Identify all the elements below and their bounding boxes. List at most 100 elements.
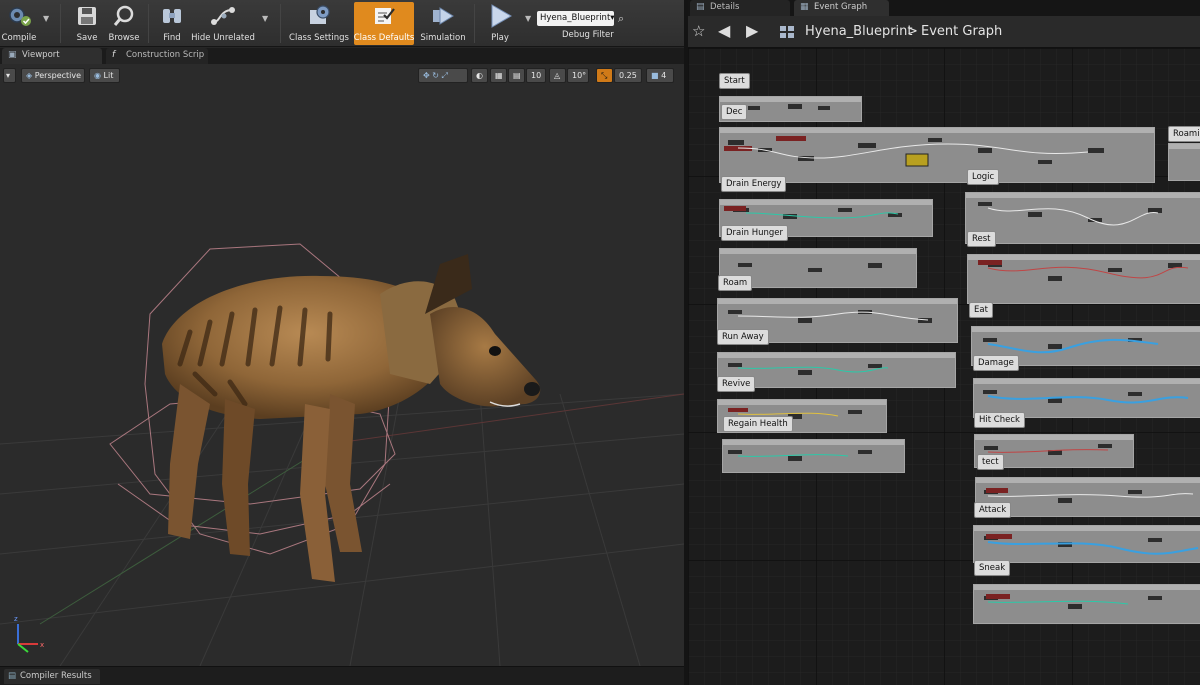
debug-search-icon[interactable]: ⌕	[618, 12, 624, 26]
save-button[interactable]: Save	[70, 2, 104, 45]
compile-button[interactable]: Compile	[2, 2, 36, 45]
hide-unrelated-button[interactable]: Hide Unrelated	[191, 2, 255, 45]
graph-label-detect[interactable]: tect	[977, 454, 1004, 470]
graph-label-run-away[interactable]: Run Away	[717, 329, 769, 345]
camera-speed-button[interactable]: ■ 4	[646, 68, 674, 83]
class-settings-button[interactable]: Class Settings	[288, 2, 350, 45]
comment-box-roaming[interactable]	[1168, 143, 1200, 181]
graph-label-roam[interactable]: Roam	[718, 275, 753, 291]
comment-box-decide[interactable]	[719, 127, 1155, 183]
compiler-results-bar: ▤ Compiler Results	[0, 666, 684, 685]
class-settings-gear-icon	[305, 2, 333, 30]
find-label: Find	[163, 33, 181, 43]
play-button[interactable]: Play	[480, 2, 520, 45]
play-icon	[486, 2, 514, 30]
graph-label-start[interactable]: Start	[719, 73, 750, 89]
viewport-3d[interactable]: z x ▾ ◈ Perspective ◉ Lit ✥ ↻ ⤢ ◐ ▦ ▤ 10…	[0, 64, 684, 666]
chevron-down-icon: ▾	[6, 71, 11, 80]
world-grid-icon: ▦	[495, 71, 503, 80]
lit-mode-button[interactable]: ◉ Lit	[89, 68, 120, 83]
tab-compiler-results[interactable]: ▤ Compiler Results	[4, 669, 100, 684]
graph-label-attack[interactable]: Attack	[974, 502, 1012, 518]
back-arrow-icon[interactable]: ◀	[718, 21, 730, 40]
simulation-button[interactable]: Simulation	[418, 2, 468, 45]
comment-box-logic[interactable]	[965, 192, 1200, 244]
compile-options-caret-icon[interactable]: ▼	[43, 14, 49, 23]
blueprint-icon	[780, 26, 794, 38]
graph-label-sneak[interactable]: Sneak	[974, 560, 1011, 576]
simulation-icon	[429, 2, 457, 30]
class-defaults-label: Class Defaults	[353, 33, 415, 43]
camera-speed-value: 4	[661, 71, 667, 80]
perspective-cube-icon: ◈	[26, 71, 35, 80]
graph-canvas[interactable]: Start Dec Roami Drain Energy Logic Drain…	[688, 48, 1200, 685]
rotation-snap-value[interactable]: 10°	[567, 68, 589, 83]
comment-box-rest[interactable]	[967, 254, 1200, 304]
viewport-options-button[interactable]: ▾	[3, 68, 16, 83]
grid-snap-value-text: 10	[531, 71, 542, 80]
tab-details[interactable]: ▤ Details	[690, 0, 790, 16]
blueprint-editor-left-pane: Compile ▼ Save Browse Find Hide Unrelate…	[0, 0, 684, 685]
scale-snap-toggle[interactable]: ⤡	[596, 68, 613, 83]
save-label: Save	[76, 33, 98, 43]
browse-button[interactable]: Browse	[106, 2, 142, 45]
forward-arrow-icon[interactable]: ▶	[746, 21, 758, 40]
world-local-toggle[interactable]: ▦	[490, 68, 507, 83]
perspective-button[interactable]: ◈ Perspective	[21, 68, 85, 83]
compile-gear-icon	[5, 2, 33, 30]
graph-label-damage[interactable]: Damage	[973, 355, 1019, 371]
hide-unrelated-nodes-icon	[209, 2, 237, 30]
hide-unrelated-caret-icon[interactable]: ▼	[262, 14, 268, 23]
main-toolbar: Compile ▼ Save Browse Find Hide Unrelate…	[0, 0, 684, 47]
graph-label-drain-hunger[interactable]: Drain Hunger	[721, 225, 788, 241]
compiler-results-icon: ▤	[8, 671, 17, 681]
grid-snap-value[interactable]: 10	[526, 68, 546, 83]
comment-box-regain-health[interactable]	[722, 439, 905, 473]
breadcrumb-blueprint[interactable]: Hyena_Blueprint	[805, 24, 913, 39]
graph-label-roaming[interactable]: Roami	[1168, 126, 1200, 142]
tab-viewport[interactable]: ▣ Viewport	[2, 48, 102, 64]
graph-label-logic[interactable]: Logic	[967, 169, 1000, 185]
tab-construction-script[interactable]: f Construction Scrip	[106, 48, 208, 64]
compiler-results-label: Compiler Results	[20, 671, 92, 681]
debug-object-select[interactable]: Hyena_Blueprint▾	[537, 11, 614, 26]
lit-sphere-icon: ◉	[94, 71, 104, 80]
toolbar-separator	[280, 4, 281, 43]
class-defaults-button[interactable]: Class Defaults	[354, 2, 414, 45]
play-label: Play	[491, 33, 509, 43]
rotation-snap-toggle[interactable]: ◬	[549, 68, 566, 83]
event-graph-icon: ▦	[800, 2, 809, 12]
breadcrumb-graph[interactable]: Event Graph	[921, 24, 1002, 39]
graph-label-revive[interactable]: Revive	[717, 376, 756, 392]
scale-snap-value-text: 0.25	[619, 71, 637, 80]
hyena-model	[162, 254, 541, 582]
play-options-caret-icon[interactable]: ▼	[525, 14, 531, 23]
details-icon: ▤	[696, 2, 705, 12]
graph-breadcrumb-bar: ☆ ◀ ▶ Hyena_Blueprint > Event Graph	[688, 16, 1200, 48]
debug-object-value: Hyena_Blueprint	[540, 13, 611, 23]
graph-label-rest[interactable]: Rest	[967, 231, 996, 247]
transform-tools-group[interactable]: ✥ ↻ ⤢	[418, 68, 468, 83]
simulation-label: Simulation	[420, 33, 466, 43]
graph-label-eat[interactable]: Eat	[969, 302, 993, 318]
graph-label-hit-check[interactable]: Hit Check	[974, 412, 1025, 428]
surface-snap-button[interactable]: ◐	[471, 68, 488, 83]
graph-label-drain-energy[interactable]: Drain Energy	[721, 176, 787, 192]
svg-text:x: x	[40, 641, 44, 649]
class-defaults-checklist-icon	[370, 2, 398, 30]
grid-snap-toggle[interactable]: ▤	[508, 68, 525, 83]
find-button[interactable]: Find	[155, 2, 189, 45]
camera-icon: ■	[651, 71, 662, 80]
comment-box-sneak[interactable]	[973, 584, 1200, 624]
tab-construction-script-label: Construction Scrip	[126, 50, 205, 60]
tab-event-graph[interactable]: ▦ Event Graph	[794, 0, 889, 16]
rotation-snap-value-text: 10°	[572, 71, 587, 80]
graph-label-dec[interactable]: Dec	[721, 104, 748, 120]
viewport-window-icon: ▣	[8, 50, 17, 60]
tab-details-label: Details	[710, 2, 740, 12]
perspective-label: Perspective	[34, 71, 82, 80]
graph-label-regain-health[interactable]: Regain Health	[723, 416, 793, 432]
scale-snap-value[interactable]: 0.25	[614, 68, 642, 83]
favorite-star-icon[interactable]: ☆	[692, 22, 705, 40]
comment-box-attack[interactable]	[973, 525, 1200, 563]
